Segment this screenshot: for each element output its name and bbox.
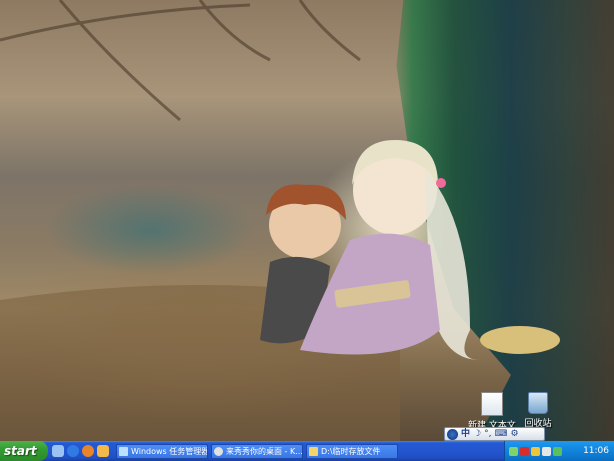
text-file-icon [481, 392, 503, 416]
ime-toolbar[interactable]: 中 ☽ °, ⌨ ⚙ [444, 427, 545, 441]
system-tray: 11:06 [504, 441, 614, 461]
update-icon[interactable] [553, 446, 562, 456]
clock[interactable]: 11:06 [583, 446, 614, 456]
firefox-icon[interactable] [82, 445, 94, 457]
volume-icon[interactable] [542, 446, 551, 456]
recycle-bin-icon [528, 392, 548, 414]
keyboard-icon[interactable]: ⌨ [494, 428, 507, 440]
folder-icon [309, 446, 318, 456]
start-button[interactable]: start [0, 441, 48, 461]
task-manager-icon [119, 446, 128, 456]
ie-icon[interactable] [67, 445, 79, 457]
browser-icon [214, 446, 223, 456]
half-width-moon-icon[interactable]: ☽ [473, 428, 481, 440]
shield-icon[interactable] [531, 446, 540, 456]
ime-logo-icon[interactable] [447, 428, 458, 440]
network-icon[interactable] [509, 446, 518, 456]
antivirus-icon[interactable] [520, 446, 529, 456]
settings-icon[interactable]: ⚙ [510, 428, 518, 440]
taskbar: start Windows 任务管理器 来秀秀你的桌面 - K... D:\临时… [0, 441, 614, 461]
desktop: 新建 文本文 回收站 中 ☽ °, ⌨ ⚙ [0, 0, 614, 441]
task-button-browser[interactable]: 来秀秀你的桌面 - K... [211, 443, 303, 459]
player-icon[interactable] [97, 445, 109, 457]
desktop-icon[interactable] [52, 445, 64, 457]
ime-mode-toggle[interactable]: 中 [461, 428, 470, 440]
task-label: D:\临时存放文件 [321, 446, 381, 456]
task-button-task-manager[interactable]: Windows 任务管理器 [116, 443, 208, 459]
punctuation-icon[interactable]: °, [484, 428, 491, 440]
task-button-folder[interactable]: D:\临时存放文件 [306, 443, 398, 459]
task-label: 来秀秀你的桌面 - K... [226, 446, 303, 456]
desktop-icon-recycle-bin[interactable]: 回收站 [508, 392, 568, 429]
task-label: Windows 任务管理器 [131, 446, 208, 456]
quick-launch [48, 445, 113, 457]
